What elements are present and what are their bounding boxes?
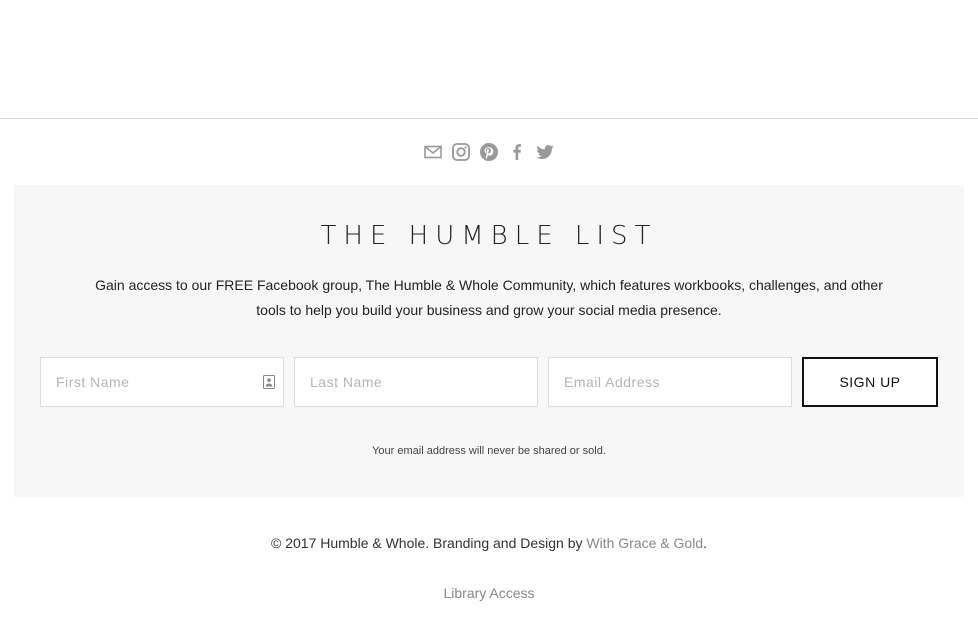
copyright-text: © 2017 Humble & Whole. Branding and Desi… xyxy=(271,535,587,551)
last-name-input[interactable] xyxy=(295,358,537,406)
first-name-input[interactable] xyxy=(41,358,283,406)
sign-up-button[interactable]: SIGN UP xyxy=(802,357,938,407)
email-icon[interactable] xyxy=(423,142,443,162)
library-section: Library Access xyxy=(0,585,978,601)
email-field xyxy=(548,357,792,407)
social-links xyxy=(0,140,978,164)
privacy-note: Your email address will never be shared … xyxy=(372,445,606,457)
signup-form: SIGN UP xyxy=(40,357,938,407)
library-access-link[interactable]: Library Access xyxy=(443,585,534,601)
header-divider xyxy=(0,118,978,119)
designer-link[interactable]: With Grace & Gold xyxy=(586,535,703,551)
copyright-suffix: . xyxy=(703,535,707,551)
newsletter-panel: THE HUMBLE LIST Gain access to our FREE … xyxy=(14,185,964,497)
instagram-icon[interactable] xyxy=(451,142,471,162)
header-area xyxy=(0,0,978,118)
facebook-icon[interactable] xyxy=(507,142,527,162)
newsletter-description: Gain access to our FREE Facebook group, … xyxy=(95,277,883,318)
contact-card-icon[interactable] xyxy=(263,375,275,389)
copyright-line: © 2017 Humble & Whole. Branding and Desi… xyxy=(0,535,978,551)
email-input[interactable] xyxy=(549,358,791,406)
last-name-field xyxy=(294,357,538,407)
first-name-field xyxy=(40,357,284,407)
pinterest-icon[interactable] xyxy=(479,142,499,162)
twitter-icon[interactable] xyxy=(535,142,555,162)
newsletter-title: THE HUMBLE LIST xyxy=(320,221,658,251)
